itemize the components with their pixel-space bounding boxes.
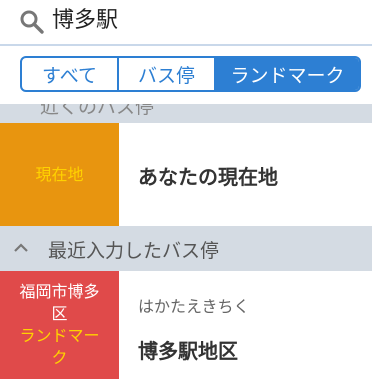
tab-landmark[interactable]: ランドマーク [216,58,359,90]
current-location-row[interactable]: 現在地 あなたの現在地 [0,123,372,227]
tab-bus-stop[interactable]: バス停 [119,58,216,90]
thumb-area-line2: 区 [51,304,68,323]
current-location-thumb: 現在地 [0,123,119,226]
search-bar[interactable]: 博多駅 [0,0,372,46]
thumb-type-line2: ク [51,348,68,367]
thumb-area-line1: 福岡市博多 [19,282,100,301]
recent-section-title: 最近入力したバス停 [48,240,220,262]
tab-all[interactable]: すべて [22,58,119,90]
thumb-type-line1: ランドマー [19,326,100,345]
recent-section-header[interactable]: 最近入力したバス停 [0,226,372,271]
search-input[interactable]: 博多駅 [52,7,118,35]
scrolled-section-title: 近くのバス停 [40,104,155,118]
current-location-name: あなたの現在地 [138,165,278,189]
recent-list-item[interactable]: 福岡市博多 区 ランドマー ク はかたえきちく 博多駅地区 [0,271,372,382]
category-segmented-control: すべて バス停 ランドマーク [20,56,361,92]
chevron-up-icon [14,243,28,252]
search-icon [20,10,44,34]
item-reading: はかたえきちく [138,297,250,316]
scrolled-section-header: 近くのバス停 [0,104,372,123]
landmark-thumb: 福岡市博多 区 ランドマー ク [0,271,119,379]
item-name: 博多駅地区 [138,339,238,363]
current-location-thumb-label: 現在地 [35,164,84,184]
